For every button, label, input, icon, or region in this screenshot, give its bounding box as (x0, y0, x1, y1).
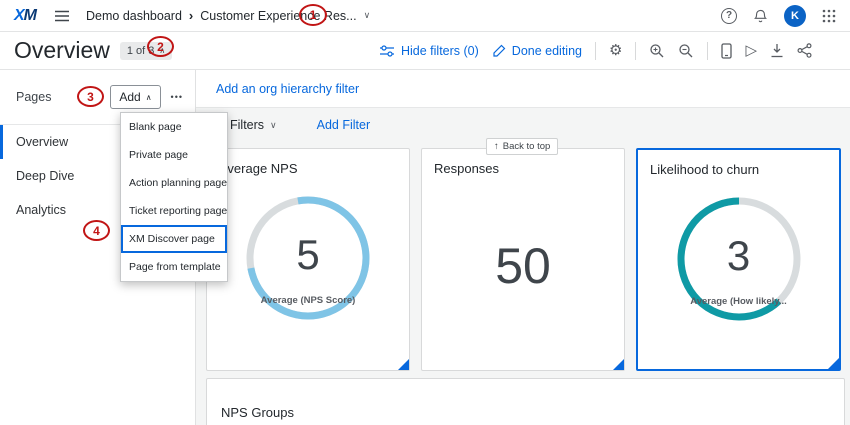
breadcrumb-separator-icon: › (189, 8, 193, 23)
dashboard-canvas: Add an org hierarchy filter Filters ∨ Ad… (196, 70, 850, 425)
annotation-1: 1 (299, 4, 327, 26)
more-options-button[interactable]: ••• (169, 88, 185, 106)
topbar-actions: ? K (721, 5, 836, 27)
add-page-menu: Blank page Private page Action planning … (120, 112, 228, 282)
xm-logo-m: M (24, 7, 36, 24)
chevron-down-icon[interactable]: ∨ (270, 120, 277, 131)
add-page-button[interactable]: Add ∧ (110, 85, 160, 109)
toolbar-separator (595, 42, 596, 60)
menu-item-ticket-reporting-page[interactable]: Ticket reporting page (121, 197, 227, 225)
churn-value: 3 (638, 232, 839, 280)
toolbar-separator (635, 42, 636, 60)
xm-dashboard-screen: XM Demo dashboard › Customer Experience … (0, 0, 850, 425)
done-editing-button[interactable]: Done editing (492, 44, 582, 58)
zoom-in-icon[interactable] (649, 43, 665, 59)
xm-logo[interactable]: XM (14, 7, 36, 25)
notifications-bell-icon[interactable] (753, 8, 768, 24)
responses-value: 50 (422, 237, 624, 295)
hamburger-menu-icon[interactable] (54, 10, 70, 22)
hide-filters-label: Hide filters (0) (401, 44, 479, 58)
menu-item-xm-discover-page[interactable]: XM Discover page (121, 225, 227, 253)
breadcrumb-root[interactable]: Demo dashboard (86, 9, 182, 23)
widget-average-nps[interactable]: Average NPS 5 Average (NPS Score) (206, 148, 410, 371)
hide-filters-button[interactable]: Hide filters (0) (379, 44, 479, 58)
xm-logo-x: X (14, 7, 24, 24)
menu-item-page-from-template[interactable]: Page from template (121, 253, 227, 281)
filter-sliders-icon (379, 45, 395, 57)
share-icon[interactable] (797, 43, 812, 58)
avatar[interactable]: K (784, 5, 806, 27)
add-filter-link[interactable]: Add Filter (317, 118, 371, 132)
widget-responses[interactable]: Responses 50 (421, 148, 625, 371)
page-toolbar: Overview 1 of 3 ∧ Hide filters (0) Done … (0, 32, 850, 70)
menu-item-blank-page[interactable]: Blank page (121, 113, 227, 141)
back-to-top-label: Back to top (503, 141, 551, 152)
annotation-4: 4 (83, 220, 110, 241)
resize-handle[interactable] (613, 359, 624, 370)
help-icon[interactable]: ? (721, 8, 737, 24)
annotation-2: 2 (147, 36, 174, 57)
toolbar-separator (707, 42, 708, 60)
widget-title: Likelihood to churn (638, 150, 839, 177)
global-topbar: XM Demo dashboard › Customer Experience … (0, 0, 850, 32)
page-title: Overview (14, 37, 110, 64)
widget-nps-groups[interactable]: NPS Groups (206, 378, 845, 425)
filters-row: Filters ∨ Add Filter (196, 108, 850, 142)
nps-caption: Average (NPS Score) (207, 295, 409, 306)
widget-title: NPS Groups (207, 379, 844, 420)
nps-value: 5 (207, 231, 409, 279)
annotation-3: 3 (77, 86, 104, 107)
chevron-down-icon[interactable]: ∨ (364, 10, 371, 21)
add-page-label: Add (119, 90, 140, 104)
widget-likelihood-to-churn[interactable]: Likelihood to churn 3 Average (How likel… (636, 148, 841, 371)
chevron-up-icon: ∧ (146, 93, 152, 102)
menu-item-action-planning-page[interactable]: Action planning page (121, 169, 227, 197)
breadcrumb: Demo dashboard › Customer Experience Res… (86, 8, 370, 23)
download-icon[interactable] (770, 43, 784, 58)
toolbar-actions: Hide filters (0) Done editing ⚙ ▷ (379, 42, 812, 60)
churn-caption: Average (How likely... (638, 296, 839, 307)
pages-label: Pages (16, 90, 51, 104)
org-filter-row: Add an org hierarchy filter (196, 70, 850, 108)
up-arrow-icon: ↑ (494, 141, 499, 152)
zoom-out-icon[interactable] (678, 43, 694, 59)
apps-grid-icon[interactable] (822, 9, 836, 23)
resize-handle[interactable] (398, 359, 409, 370)
resize-handle[interactable] (828, 358, 839, 369)
pencil-icon (492, 44, 506, 58)
org-hierarchy-filter-link[interactable]: Add an org hierarchy filter (216, 82, 359, 96)
filters-label[interactable]: Filters (230, 118, 264, 132)
menu-item-private-page[interactable]: Private page (121, 141, 227, 169)
back-to-top-button[interactable]: ↑ Back to top (486, 138, 558, 155)
mobile-preview-icon[interactable] (721, 43, 732, 59)
play-icon[interactable]: ▷ (745, 43, 757, 58)
breadcrumb-current[interactable]: Customer Experience Res... (200, 9, 356, 23)
done-editing-label: Done editing (512, 44, 582, 58)
gear-icon[interactable]: ⚙ (609, 43, 622, 58)
widget-title: Average NPS (207, 149, 409, 176)
